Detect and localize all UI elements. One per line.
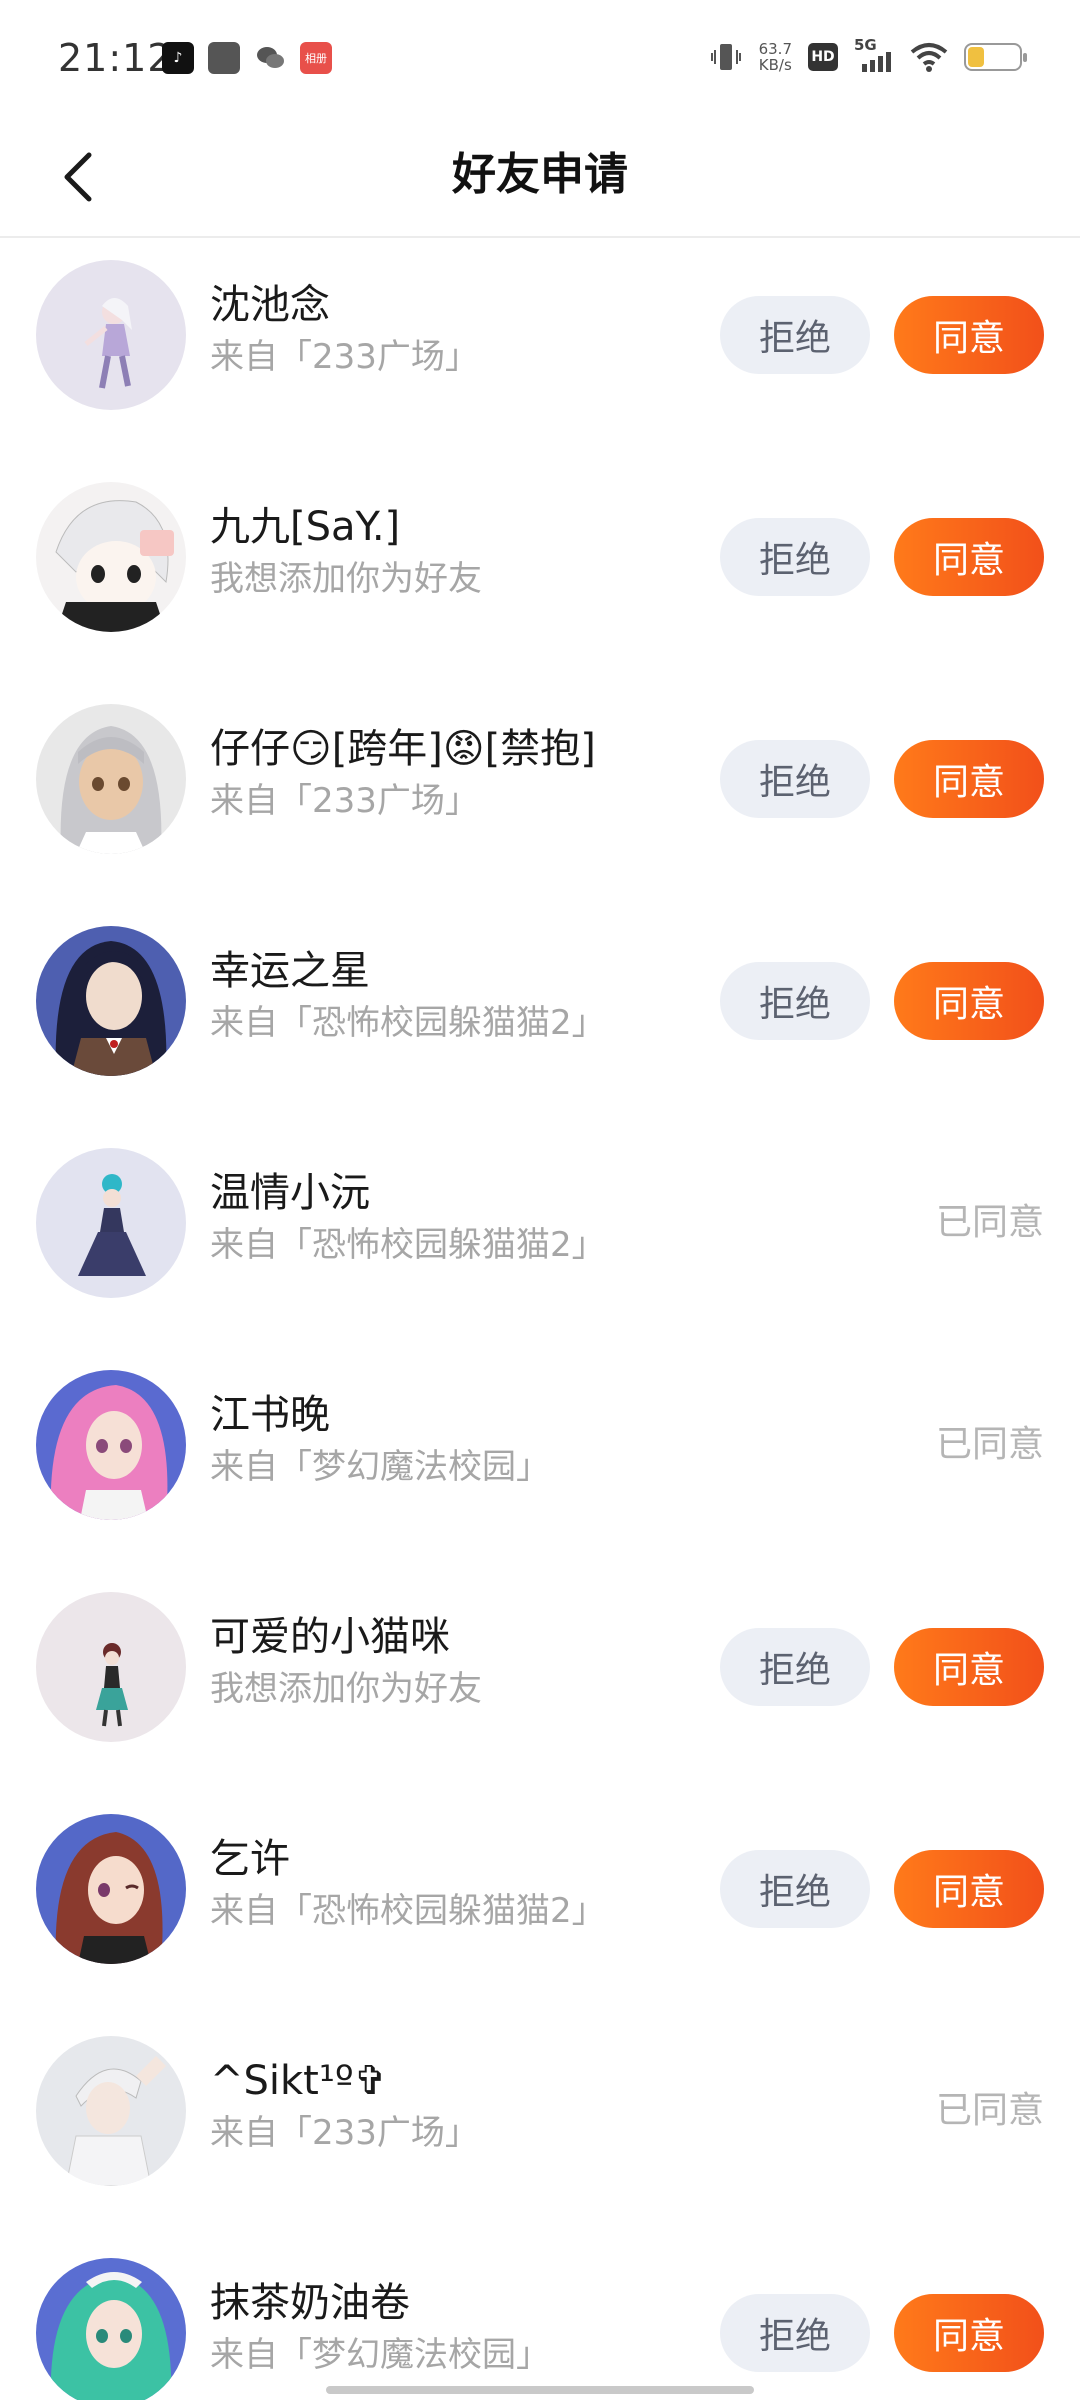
- accept-button[interactable]: 同意: [894, 1628, 1044, 1706]
- requester-name: 仔仔😏[跨年]😡[禁抱]: [210, 726, 596, 772]
- girl-auburn-hair-icon: [36, 1814, 186, 1964]
- chibi-white-hair-icon: [36, 482, 186, 632]
- requester-name: 沈池念: [210, 282, 330, 328]
- avatar[interactable]: [36, 1370, 186, 1520]
- girl-green-hair-icon: [36, 2258, 186, 2400]
- app-notification-icon: [208, 42, 240, 74]
- request-source: 来自「恐怖校园躲猫猫2」: [210, 1891, 606, 1931]
- wechat-icon: [254, 42, 286, 74]
- requester-name: 可爱的小猫咪: [210, 1614, 450, 1660]
- accepted-status: 已同意: [935, 2090, 1044, 2131]
- request-source: 来自「233广场」: [210, 337, 479, 377]
- avatar[interactable]: [36, 2258, 186, 2400]
- avatar[interactable]: [36, 2036, 186, 2186]
- list-item[interactable]: 江书晚 来自「梦幻魔法校园」 已同意: [0, 1350, 1080, 1572]
- reject-button[interactable]: 拒绝: [720, 2294, 870, 2372]
- requester-name: ^Sikt¹º✞: [210, 2058, 388, 2104]
- requester-name: 乞许: [210, 1836, 290, 1882]
- vibrate-icon: [710, 44, 741, 70]
- reject-button[interactable]: 拒绝: [720, 296, 870, 374]
- page-title: 好友申请: [452, 149, 628, 200]
- signal-icon: 5G: [854, 36, 894, 74]
- reject-button[interactable]: 拒绝: [720, 1628, 870, 1706]
- accept-button[interactable]: 同意: [894, 518, 1044, 596]
- list-item[interactable]: 乞许 来自「恐怖校园躲猫猫2」 拒绝 同意: [0, 1794, 1080, 2016]
- reject-button[interactable]: 拒绝: [720, 962, 870, 1040]
- requester-name: 九九[SaY.]: [210, 504, 401, 550]
- nav-header: 好友申请: [0, 120, 1080, 238]
- album-app-icon: 相册: [300, 42, 332, 74]
- girl-blue-dress-icon: [36, 1148, 186, 1298]
- requester-name: 幸运之星: [210, 948, 370, 994]
- girl-small-figure-icon: [36, 1592, 186, 1742]
- avatar[interactable]: [36, 704, 186, 854]
- requester-name: 抹茶奶油卷: [210, 2280, 410, 2326]
- request-source: 我想添加你为好友: [210, 1669, 482, 1709]
- net-speed: 63.7 KB/s: [758, 40, 792, 74]
- wifi-icon: [910, 43, 948, 72]
- reject-button[interactable]: 拒绝: [720, 1850, 870, 1928]
- list-item[interactable]: ^Sikt¹º✞ 来自「233广场」 已同意: [0, 2016, 1080, 2238]
- accept-button[interactable]: 同意: [894, 1850, 1044, 1928]
- system-indicators: 63.7 KB/s HD 5G: [709, 36, 1027, 74]
- request-source: 来自「梦幻魔法校园」: [210, 1447, 550, 1487]
- list-item[interactable]: 九九[SaY.] 我想添加你为好友 拒绝 同意: [0, 462, 1080, 684]
- request-source: 来自「恐怖校园躲猫猫2」: [210, 1225, 606, 1265]
- request-source: 来自「233广场」: [210, 781, 479, 821]
- reject-button[interactable]: 拒绝: [720, 740, 870, 818]
- status-bar: 21:12 ♪ 相册 63.7 KB/s HD 5G: [0, 0, 1080, 120]
- avatar[interactable]: [36, 1814, 186, 1964]
- girl-pink-hair-icon: [36, 1370, 186, 1520]
- reject-button[interactable]: 拒绝: [720, 518, 870, 596]
- list-item[interactable]: 仔仔😏[跨年]😡[禁抱] 来自「233广场」 拒绝 同意: [0, 684, 1080, 906]
- accepted-status: 已同意: [935, 1202, 1044, 1243]
- requester-name: 温情小沅: [210, 1170, 370, 1216]
- request-source: 我想添加你为好友: [210, 559, 482, 599]
- list-item[interactable]: 抹茶奶油卷 来自「梦幻魔法校园」 拒绝 同意: [0, 2238, 1080, 2400]
- avatar[interactable]: [36, 260, 186, 410]
- girl-white-hair-icon: [36, 260, 186, 410]
- boy-white-outfit-icon: [36, 2036, 186, 2186]
- avatar[interactable]: [36, 1592, 186, 1742]
- request-source: 来自「梦幻魔法校园」: [210, 2335, 550, 2375]
- accept-button[interactable]: 同意: [894, 296, 1044, 374]
- requester-name: 江书晚: [210, 1392, 330, 1438]
- girl-dark-hair-icon: [36, 926, 186, 1076]
- home-indicator[interactable]: [326, 2386, 754, 2394]
- status-time: 21:12: [58, 36, 173, 80]
- avatar[interactable]: [36, 482, 186, 632]
- notification-icons: ♪ 相册: [162, 42, 332, 74]
- hd-icon: HD: [808, 43, 838, 71]
- list-item[interactable]: 幸运之星 来自「恐怖校园躲猫猫2」 拒绝 同意: [0, 906, 1080, 1128]
- accept-button[interactable]: 同意: [894, 2294, 1044, 2372]
- accepted-status: 已同意: [935, 1424, 1044, 1465]
- accept-button[interactable]: 同意: [894, 740, 1044, 818]
- list-item[interactable]: 温情小沅 来自「恐怖校园躲猫猫2」 已同意: [0, 1128, 1080, 1350]
- battery-icon: [964, 43, 1027, 71]
- request-source: 来自「233广场」: [210, 2113, 479, 2153]
- list-item[interactable]: 可爱的小猫咪 我想添加你为好友 拒绝 同意: [0, 1572, 1080, 1794]
- accept-button[interactable]: 同意: [894, 962, 1044, 1040]
- list-item[interactable]: 沈池念 来自「233广场」 拒绝 同意: [0, 240, 1080, 462]
- tiktok-icon: ♪: [162, 42, 194, 74]
- avatar[interactable]: [36, 926, 186, 1076]
- avatar[interactable]: [36, 1148, 186, 1298]
- request-source: 来自「恐怖校园躲猫猫2」: [210, 1003, 606, 1043]
- girl-silver-hair-icon: [36, 704, 186, 854]
